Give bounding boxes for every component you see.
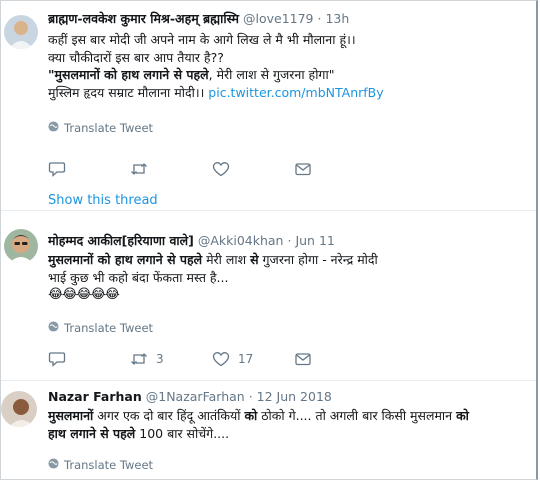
globe-icon [48, 321, 59, 335]
display-name[interactable]: मोहम्मद आकील[हरियाणा वाले] [48, 233, 194, 248]
translate-label: Translate Tweet [64, 321, 154, 335]
tweet-text-line: मुसलमानों को हाथ लगाने से पहले मेरी लाश … [48, 251, 533, 269]
translate-tweet[interactable]: Translate Tweet [48, 321, 153, 335]
tweet-actions [48, 161, 376, 177]
tweet-header: ब्राह्मण-लवकेश कुमार मिश्र-अहम् ब्रह्मास… [48, 11, 533, 27]
text-segment: अगर एक दो बार हिंदू आतंकियों [93, 408, 245, 423]
retweet-button[interactable]: 3 [130, 351, 212, 367]
bold-text: मुसलमानों [48, 408, 94, 423]
tweet[interactable]: मोहम्मद आकील[हरियाणा वाले] @Akki04khan ·… [1, 211, 536, 381]
timestamp[interactable]: Jun 11 [295, 233, 334, 248]
media-link[interactable]: pic.twitter.com/mbNTAnrfBy [208, 85, 383, 100]
tweet-text-line: "मुसलमानों को हाथ लगाने से पहले, मेरी ला… [48, 67, 335, 82]
globe-icon [48, 458, 59, 472]
handle[interactable]: @Akki04khan [198, 233, 284, 248]
like-icon [212, 352, 230, 367]
share-icon [295, 353, 311, 366]
text-segment: गुजरना होगा - नरेन्द्र मोदी [258, 252, 378, 267]
tweet-text-line: मुसलमानों अगर एक दो बार हिंदू आतंकियों क… [48, 407, 533, 425]
timestamp[interactable]: 12 Jun 2018 [257, 389, 332, 404]
tweet-actions: 3 17 [48, 351, 376, 367]
bold-text: हाथ लगाने से पहले [48, 425, 136, 441]
like-button[interactable]: 17 [212, 351, 294, 367]
separator: · [248, 389, 253, 404]
text-segment: मेरी लाश [202, 252, 251, 267]
share-icon [295, 163, 311, 176]
like-icon [212, 162, 230, 177]
avatar[interactable] [1, 391, 37, 427]
tweet[interactable]: ब्राह्मण-लवकेश कुमार मिश्र-अहम् ब्रह्मास… [1, 1, 536, 211]
reply-button[interactable] [48, 351, 130, 367]
tweet-text-line: भाई कुछ भी कहो बंदा फेंकता मस्त है... [48, 269, 229, 285]
translate-label: Translate Tweet [64, 458, 154, 472]
avatar[interactable] [4, 15, 38, 49]
translate-tweet[interactable]: Translate Tweet [48, 121, 153, 135]
tweet-header: मोहम्मद आकील[हरियाणा वाले] @Akki04khan ·… [48, 233, 533, 249]
emoji-line: 😂😂😂😂😂 [48, 287, 120, 302]
share-button[interactable] [294, 161, 376, 177]
separator: · [317, 11, 322, 26]
handle[interactable]: @love1179 [243, 11, 314, 26]
retweet-button[interactable] [130, 161, 212, 177]
like-button[interactable] [212, 161, 294, 177]
timestamp[interactable]: 13h [325, 11, 349, 26]
bold-quote: "मुसलमानों को हाथ लगाने से पहले [48, 67, 209, 82]
tweet-text-line: हाथ लगाने से पहले 100 बार सोचेंगे.... [48, 425, 533, 443]
text-segment: ठोको गे.... तो अगली बार किसी मुसलमान [257, 408, 457, 423]
text-segment: 100 बार सोचेंगे.... [135, 425, 230, 441]
bold-text: को [456, 408, 469, 423]
separator: · [287, 233, 292, 248]
tweet[interactable]: Nazar Farhan @1NazarFarhan · 12 Jun 2018… [1, 381, 536, 479]
handle[interactable]: @1NazarFarhan [146, 389, 245, 404]
tweet-header: Nazar Farhan @1NazarFarhan · 12 Jun 2018 [48, 389, 533, 405]
bold-text: मुसलमानों को हाथ लगाने से पहले [48, 252, 203, 267]
retweet-icon [131, 163, 147, 175]
bold-text: को [244, 408, 258, 423]
reply-icon [48, 162, 66, 177]
show-thread-link[interactable]: Show this thread [48, 193, 158, 208]
display-name[interactable]: Nazar Farhan [48, 389, 142, 404]
translate-label: Translate Tweet [64, 121, 154, 135]
reply-button[interactable] [48, 161, 130, 177]
tweet-text-line: क्या चौकीदारों इस बार आप तैयार है?? [48, 49, 224, 65]
globe-icon [48, 121, 59, 135]
tweet-text-line: मुस्लिम हृदय सम्राट मौलाना मोदी।। pic.tw… [48, 84, 533, 102]
translate-tweet[interactable]: Translate Tweet [48, 458, 153, 472]
share-button[interactable] [294, 351, 376, 367]
reply-icon [48, 352, 66, 367]
bold-text: से [250, 252, 259, 267]
retweet-icon [131, 353, 147, 365]
timeline: ब्राह्मण-लवकेश कुमार मिश्र-अहम् ब्रह्मास… [0, 0, 538, 480]
retweet-count: 3 [156, 352, 164, 366]
display-name[interactable]: ब्राह्मण-लवकेश कुमार मिश्र-अहम् ब्रह्मास… [48, 11, 239, 26]
signature-text: मुस्लिम हृदय सम्राट मौलाना मोदी।। [48, 84, 205, 100]
like-count: 17 [238, 352, 254, 366]
tweet-text-line: कहीं इस बार मोदी जी अपने नाम के आगे लिख … [48, 32, 356, 47]
quote-rest: मेरी लाश से गुजरना होगा" [216, 67, 335, 82]
avatar[interactable] [4, 229, 38, 263]
